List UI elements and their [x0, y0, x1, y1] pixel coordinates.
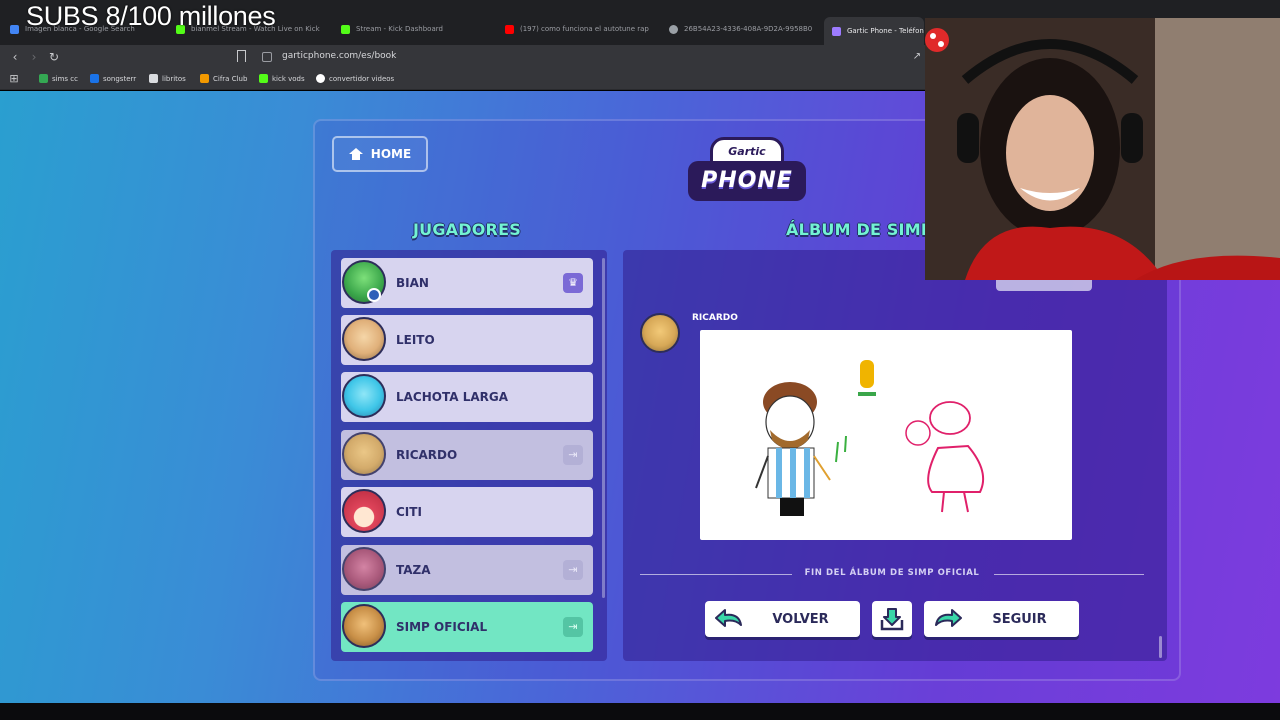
bookmark-icon[interactable]	[237, 50, 246, 62]
bookmark-favicon	[316, 74, 325, 83]
divider	[994, 574, 1144, 575]
snout-drawing	[905, 420, 931, 446]
tab-kick-dashboard[interactable]: Stream - Kick Dashboard	[333, 18, 495, 40]
avatar	[342, 374, 386, 418]
player-row-ricardo[interactable]: RICARDO ⇥	[341, 430, 593, 480]
avatar	[342, 432, 386, 476]
subs-goal-overlay: SUBS 8/100 millones	[26, 1, 276, 31]
exit-icon: ⇥	[563, 445, 583, 465]
forward-arrow-icon[interactable]: ›	[27, 50, 41, 64]
player-row-citi[interactable]: CITI	[341, 487, 593, 537]
bookmark-convertidor-videos[interactable]: convertidor videos	[316, 74, 394, 83]
download-icon	[880, 608, 904, 631]
divider	[640, 574, 792, 575]
player-row-leito[interactable]: LEITO	[341, 315, 593, 365]
album-tab-handle	[996, 279, 1092, 291]
download-button[interactable]	[872, 601, 912, 637]
back-arrow-icon[interactable]: ‹	[8, 50, 22, 64]
webcam-overlay	[925, 18, 1280, 280]
taskbar-strip	[0, 703, 1280, 720]
youtube-icon	[505, 24, 514, 34]
bookmark-favicon	[90, 74, 99, 83]
shorts-drawing	[780, 498, 804, 516]
bookmark-kick-vods[interactable]: kick vods	[259, 74, 305, 83]
player-name: RICARDO	[396, 448, 458, 462]
arm-drawing	[813, 455, 831, 481]
logo-bottom-text: PHONE	[688, 161, 806, 201]
back-button-label: VOLVER	[772, 611, 829, 627]
url-field[interactable]: garticphone.com/es/book	[282, 51, 396, 61]
players-title: JUGADORES	[413, 220, 521, 239]
bookmark-sims-cc[interactable]: sims cc	[39, 74, 78, 83]
bookmark-favicon	[200, 74, 209, 83]
crown-icon: ♛	[563, 273, 583, 293]
google-icon	[10, 24, 19, 34]
bookmark-favicon	[39, 74, 48, 83]
next-button[interactable]: SEGUIR	[924, 601, 1079, 637]
player-name: LACHOTA LARGA	[396, 390, 509, 404]
tab-youtube[interactable]: (197) como funciona el autotune rap	[497, 18, 659, 40]
bookmark-favicon	[149, 74, 158, 83]
share-icon[interactable]: ↗	[910, 50, 924, 64]
webcam-feed	[925, 18, 1280, 280]
tab-image-file[interactable]: 26B54A23-4336-408A-9D2A-9958B0	[661, 18, 823, 40]
reload-icon[interactable]: ↻	[47, 50, 61, 64]
stripe-drawing	[804, 448, 810, 498]
home-icon	[348, 148, 363, 160]
trophy-base-drawing	[858, 392, 876, 396]
avatar	[342, 547, 386, 591]
pig-head-drawing	[929, 401, 971, 435]
gartic-phone-logo: Gartic PHONE	[688, 137, 806, 207]
arm-drawing	[755, 455, 769, 489]
avatar	[342, 317, 386, 361]
legs-drawing	[941, 491, 969, 513]
bookmark-songsterr[interactable]: songsterr	[90, 74, 136, 83]
player-name: TAZA	[396, 563, 431, 577]
stripe-drawing	[776, 448, 782, 498]
back-button[interactable]: VOLVER	[705, 601, 860, 637]
album-title: ÁLBUM DE SIMP	[786, 220, 933, 239]
kick-icon	[341, 24, 350, 34]
mushroom-toy	[925, 28, 949, 52]
drawing	[755, 360, 984, 516]
site-info-icon[interactable]	[262, 52, 272, 62]
home-button[interactable]: HOME	[332, 136, 428, 172]
gartic-phone-icon	[832, 26, 841, 36]
dress-drawing	[927, 444, 984, 493]
drawing-canvas	[700, 330, 1072, 540]
tab-gartic-phone[interactable]: Gartic Phone - Teléfono	[824, 17, 924, 45]
user-icon	[367, 288, 381, 302]
player-name: CITI	[396, 505, 422, 519]
player-row-bian[interactable]: BIAN ♛	[341, 258, 593, 308]
player-name: LEITO	[396, 333, 435, 347]
player-row-simp-oficial[interactable]: SIMP OFICIAL ⇥	[341, 602, 593, 652]
screen: Imagen blanca - Google Search bianmel St…	[0, 0, 1280, 720]
drawing-author: RICARDO	[692, 313, 738, 323]
player-name: SIMP OFICIAL	[396, 620, 488, 634]
bookmark-cifra-club[interactable]: Cifra Club	[200, 74, 247, 83]
players-panel: BIAN ♛ LEITO LACHOTA LARGA RICARDO ⇥ CIT…	[331, 250, 607, 661]
player-name: BIAN	[396, 276, 429, 290]
avatar	[342, 604, 386, 648]
players-scrollbar[interactable]	[602, 258, 605, 598]
player-row-lachota-larga[interactable]: LACHOTA LARGA	[341, 372, 593, 422]
exit-icon: ⇥	[563, 617, 583, 637]
stripe-drawing	[790, 448, 796, 498]
globe-icon	[669, 24, 678, 34]
avatar	[342, 489, 386, 533]
grass-drawing	[835, 435, 847, 463]
player-row-taza[interactable]: TAZA ⇥	[341, 545, 593, 595]
apps-grid-icon[interactable]: ⊞	[7, 72, 21, 86]
exit-icon: ⇥	[563, 560, 583, 580]
bookmark-libritos[interactable]: libritos	[149, 74, 186, 83]
album-scrollbar[interactable]	[1159, 636, 1162, 658]
trophy-drawing	[860, 360, 874, 388]
next-button-label: SEGUIR	[992, 611, 1047, 627]
album-end-text: FIN DEL ÁLBUM DE SIMP OFICIAL	[804, 568, 980, 578]
bookmark-favicon	[259, 74, 268, 83]
author-avatar	[640, 313, 680, 353]
